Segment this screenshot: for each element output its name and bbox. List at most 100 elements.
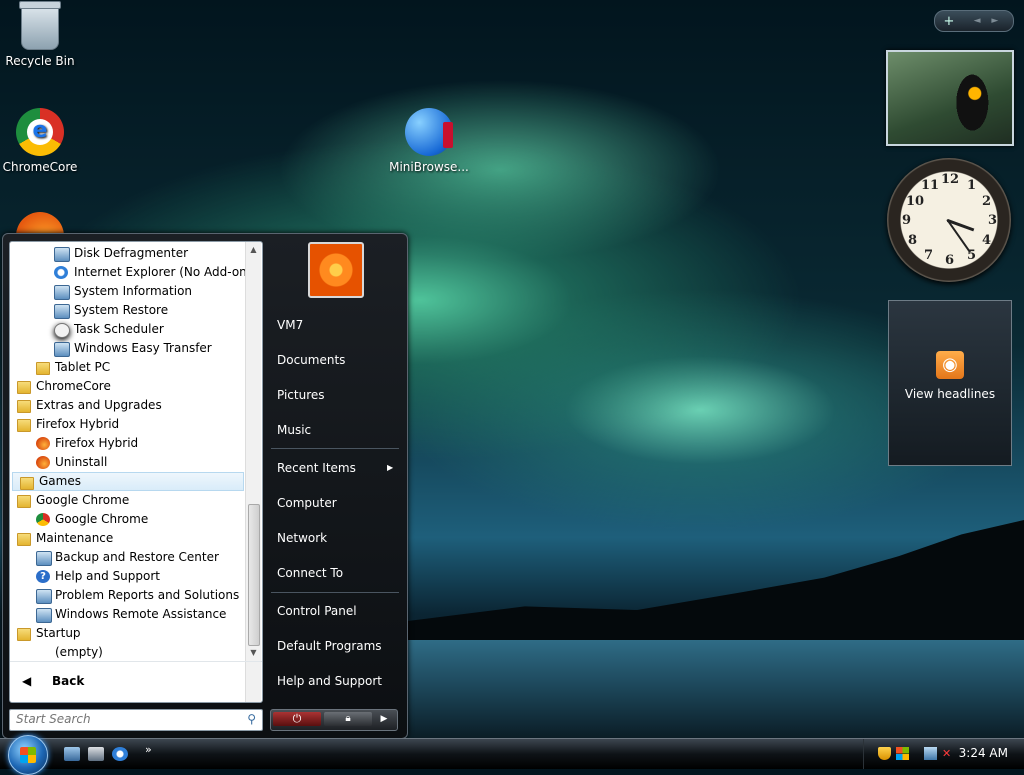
program-label: Maintenance — [36, 531, 114, 545]
start-search-input[interactable] — [10, 710, 242, 728]
program-item-disk-defragmenter[interactable]: Disk Defragmenter — [10, 244, 246, 263]
power-button[interactable]: ⏻ — [273, 712, 321, 726]
back-arrow-icon: ◀ — [22, 674, 32, 688]
folder-icon — [17, 419, 31, 432]
lock-button[interactable]: 🔒︎ — [324, 712, 372, 726]
start-item-recent-items[interactable]: Recent Items — [277, 461, 356, 475]
program-folder-chromecore[interactable]: ChromeCore — [10, 377, 246, 396]
firefox-icon — [36, 437, 50, 450]
start-item-computer[interactable]: Computer — [277, 496, 337, 510]
add-gadget-button[interactable]: + — [935, 14, 963, 29]
shutdown-options-arrow-icon[interactable]: ▶ — [375, 712, 393, 726]
desktop-lake — [400, 640, 1024, 738]
program-label: Extras and Upgrades — [36, 398, 162, 412]
folder-icon — [17, 400, 31, 413]
program-folder-games[interactable]: Games — [12, 472, 244, 491]
program-item-internet-explorer[interactable]: Internet Explorer (No Add-ons) — [10, 263, 258, 282]
program-item-windows-easy-transfer[interactable]: Windows Easy Transfer — [10, 339, 246, 358]
all-programs-pane: Disk Defragmenter Internet Explorer (No … — [9, 241, 263, 703]
program-item-problem-reports[interactable]: Problem Reports and Solutions — [10, 586, 246, 605]
start-item-help-support[interactable]: Help and Support — [277, 674, 382, 688]
folder-icon — [17, 628, 31, 641]
scrollbar-thumb[interactable] — [248, 504, 260, 646]
clock-number: 1 — [967, 178, 977, 193]
program-item-remote-assistance[interactable]: Windows Remote Assistance — [10, 605, 246, 624]
desktop-icon-minibrowser[interactable]: MiniBrowse... — [389, 108, 469, 174]
program-folder-maintenance[interactable]: Maintenance — [10, 529, 246, 548]
program-list-scrollbar[interactable]: ▲ ▼ — [245, 242, 261, 702]
start-item-connect-to[interactable]: Connect To — [277, 566, 343, 580]
clock-icon — [54, 323, 70, 338]
program-item-system-restore[interactable]: System Restore — [10, 301, 246, 320]
submenu-arrow-icon: ▶ — [387, 463, 394, 472]
security-shield-icon[interactable] — [878, 747, 891, 760]
program-label: Firefox Hybrid — [55, 436, 139, 450]
program-item-backup-restore[interactable]: Backup and Restore Center — [10, 548, 246, 567]
folder-icon — [20, 477, 34, 490]
start-item-user[interactable]: VM7 — [277, 318, 303, 332]
search-icon[interactable]: ⚲ — [247, 712, 256, 726]
view-headlines-label: View headlines — [904, 387, 996, 401]
system-restore-icon — [54, 304, 70, 319]
program-folder-extras-upgrades[interactable]: Extras and Upgrades — [10, 396, 246, 415]
gadget-nav-arrows[interactable]: ◄ ► — [963, 16, 1013, 26]
folder-icon — [17, 381, 31, 394]
program-label: System Information — [74, 284, 193, 298]
minibrowser-icon — [405, 108, 453, 156]
quicklaunch-overflow-chevron[interactable]: » — [145, 743, 152, 756]
start-button[interactable] — [8, 735, 48, 775]
folder-icon — [17, 533, 31, 546]
firefox-icon — [16, 212, 64, 234]
program-item-uninstall[interactable]: Uninstall — [10, 453, 246, 472]
show-desktop-icon[interactable] — [64, 747, 80, 761]
program-label: Help and Support — [55, 569, 160, 583]
program-item-system-information[interactable]: System Information — [10, 282, 246, 301]
program-label: Google Chrome — [36, 493, 130, 507]
start-item-music[interactable]: Music — [277, 423, 311, 437]
slideshow-gadget[interactable] — [886, 50, 1014, 146]
internet-explorer-quicklaunch-icon[interactable] — [112, 747, 128, 761]
program-item-task-scheduler[interactable]: Task Scheduler — [10, 320, 246, 339]
folder-icon — [17, 495, 31, 508]
program-folder-google-chrome[interactable]: Google Chrome — [10, 491, 246, 510]
program-folder-startup[interactable]: Startup — [10, 624, 246, 643]
volume-muted-icon[interactable]: ✕ — [942, 747, 955, 760]
switch-windows-icon[interactable] — [88, 747, 104, 761]
clock-number: 11 — [921, 178, 940, 193]
user-picture[interactable] — [308, 242, 364, 298]
back-button[interactable]: ◀ Back — [10, 661, 262, 702]
network-tray-icon[interactable] — [924, 747, 937, 760]
program-folder-firefox-hybrid[interactable]: Firefox Hybrid — [10, 415, 246, 434]
program-folder-tablet-pc[interactable]: Tablet PC — [10, 358, 246, 377]
taskbar-clock[interactable]: 3:24 AM — [959, 746, 1008, 760]
clock-gadget[interactable]: 12 1 2 3 4 5 6 7 8 9 10 11 — [887, 158, 1011, 282]
clock-number: 6 — [945, 253, 955, 268]
start-item-pictures[interactable]: Pictures — [277, 388, 325, 402]
program-item-firefox-hybrid[interactable]: Firefox Hybrid — [10, 434, 246, 453]
program-label: Problem Reports and Solutions — [55, 588, 240, 602]
scroll-up-arrow-icon[interactable]: ▲ — [246, 242, 261, 257]
start-item-documents[interactable]: Documents — [277, 353, 345, 367]
clock-number: 12 — [941, 172, 960, 187]
start-item-default-programs[interactable]: Default Programs — [277, 639, 382, 653]
program-item-empty: (empty) — [10, 643, 246, 662]
windows-flag-tray-icon[interactable] — [896, 747, 909, 760]
system-information-icon — [54, 285, 70, 300]
program-label: Uninstall — [55, 455, 108, 469]
program-item-help-support[interactable]: ? Help and Support — [10, 567, 246, 586]
desktop-icon-firefox[interactable] — [0, 212, 80, 234]
desktop-icon-recycle-bin[interactable]: Recycle Bin — [0, 1, 80, 68]
desktop-mountain — [400, 520, 1024, 640]
recycle-bin-icon — [19, 1, 61, 50]
clock-number: 9 — [902, 213, 912, 228]
feed-headlines-gadget[interactable]: ◉ View headlines — [888, 300, 1012, 466]
desktop-icon-chromecore[interactable]: ChromeCore — [0, 108, 80, 174]
start-item-control-panel[interactable]: Control Panel — [277, 604, 357, 618]
disk-defragmenter-icon — [54, 247, 70, 262]
clock-number: 3 — [988, 213, 998, 228]
program-label: Task Scheduler — [74, 322, 164, 336]
start-item-network[interactable]: Network — [277, 531, 327, 545]
program-item-google-chrome[interactable]: Google Chrome — [10, 510, 246, 529]
start-search-box: ⚲ — [9, 709, 263, 731]
scroll-down-arrow-icon[interactable]: ▼ — [246, 645, 261, 660]
